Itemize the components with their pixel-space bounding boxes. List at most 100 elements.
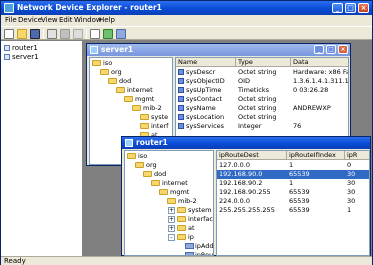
router1-route-grid: ipRouteDest ipRouteIfIndex ipR 127.0.0.0… xyxy=(216,150,370,256)
window-icon xyxy=(125,139,133,147)
folder-icon xyxy=(132,105,141,111)
tree-node[interactable]: mib-2 xyxy=(132,104,162,113)
maximize-button[interactable]: □ xyxy=(326,45,336,54)
app-icon xyxy=(4,3,14,13)
device-item-router1[interactable]: router1 xyxy=(4,44,38,53)
tree-node[interactable]: dod xyxy=(143,170,166,179)
menu-view[interactable]: View xyxy=(41,16,58,24)
table-row[interactable]: 192.168.90.255 65539 30 xyxy=(217,188,369,197)
refresh-icon[interactable] xyxy=(103,29,113,39)
column-header-ipr[interactable]: ipR xyxy=(345,151,369,160)
tree-node[interactable]: internet xyxy=(116,86,153,95)
folder-icon xyxy=(140,123,149,129)
folder-icon xyxy=(177,234,186,240)
server1-titlebar[interactable]: server1 _ □ × xyxy=(87,44,350,56)
table-row[interactable]: sysLocation Octet string xyxy=(176,113,348,122)
table-row[interactable]: 127.0.0.0 1 0 xyxy=(217,161,369,170)
tree-node[interactable]: mib-2 xyxy=(167,197,197,206)
tree-node[interactable]: iso xyxy=(127,152,147,161)
help-icon[interactable] xyxy=(116,29,126,39)
folder-icon xyxy=(177,225,186,231)
maximize-button[interactable]: □ xyxy=(345,3,356,13)
menubar: File Device View Edit Window Help xyxy=(1,15,372,26)
folder-icon xyxy=(177,216,186,222)
close-button[interactable]: × xyxy=(358,3,369,13)
folder-icon xyxy=(159,189,168,195)
table-row[interactable]: sysDescr Octet string Hardware: x86 Fa xyxy=(176,68,348,77)
expand-icon[interactable]: + xyxy=(168,216,175,223)
paste-icon[interactable] xyxy=(60,29,70,39)
delete-icon[interactable] xyxy=(73,29,83,39)
expand-icon[interactable]: + xyxy=(168,207,175,214)
tree-node[interactable]: at xyxy=(177,224,195,233)
tree-node[interactable]: ip xyxy=(177,233,194,242)
open-folder-icon[interactable] xyxy=(17,29,27,39)
table-icon xyxy=(185,243,194,249)
status-text: Ready xyxy=(4,257,26,265)
folder-icon xyxy=(100,69,109,75)
folder-icon xyxy=(140,114,149,120)
new-icon[interactable] xyxy=(4,29,14,39)
minimize-button[interactable]: _ xyxy=(314,45,324,54)
tree-node[interactable]: internet xyxy=(151,179,188,188)
expand-icon[interactable]: + xyxy=(168,225,175,232)
column-header-type[interactable]: Type xyxy=(236,58,291,67)
tree-node[interactable]: interfaces xyxy=(177,215,213,224)
copy-icon[interactable] xyxy=(47,29,57,39)
table-row[interactable]: sysObjectID OID 1.3.6.1.4.1.311.1 xyxy=(176,77,348,86)
table-row[interactable]: 224.0.0.0 65539 30 xyxy=(217,197,369,206)
table-row[interactable]: sysUpTime Timeticks 0 03:26.28 xyxy=(176,86,348,95)
save-icon[interactable] xyxy=(30,29,40,39)
folder-icon xyxy=(151,180,160,186)
folder-icon xyxy=(177,207,186,213)
tree-node[interactable]: iso xyxy=(92,59,112,68)
device-item-server1[interactable]: server1 xyxy=(4,53,39,62)
status-bar: Ready xyxy=(1,256,372,265)
folder-icon xyxy=(135,162,144,168)
router1-mib-tree: iso org dod internet mgmt mib-2 + system… xyxy=(124,150,214,256)
menu-file[interactable]: File xyxy=(5,16,17,24)
folder-icon xyxy=(124,96,133,102)
tree-node[interactable]: mgmt xyxy=(159,188,189,197)
leaf-icon xyxy=(178,123,184,129)
toolbar xyxy=(1,26,372,40)
table-row-selected[interactable]: 192.168.90.0 65539 30 xyxy=(217,170,369,179)
tree-node[interactable]: syste xyxy=(140,113,168,122)
column-header-iprouteifindex[interactable]: ipRouteIfIndex xyxy=(287,151,345,160)
menu-device[interactable]: Device xyxy=(18,16,42,24)
collapse-icon[interactable]: - xyxy=(168,234,175,241)
leaf-icon xyxy=(178,96,184,102)
tree-node[interactable]: org xyxy=(135,161,157,170)
tree-node[interactable]: ipAddrT xyxy=(185,242,213,251)
router1-window: router1 iso org dod internet mgmt mib-2 … xyxy=(121,136,371,256)
device-list: router1 server1 xyxy=(1,41,83,256)
main-window: Network Device Explorer - router1 _ □ × … xyxy=(0,0,373,265)
column-header-name[interactable]: Name xyxy=(176,58,236,67)
table-row[interactable]: sysContact Octet string xyxy=(176,95,348,104)
close-button[interactable]: × xyxy=(338,45,348,54)
table-row[interactable]: sysName Octet string ANDREWXP xyxy=(176,104,348,113)
column-header-data[interactable]: Data xyxy=(291,58,348,67)
mdi-area: server1 _ □ × iso org dod internet mgmt … xyxy=(83,41,372,256)
table-row[interactable]: 255.255.255.255 65539 1 xyxy=(217,206,369,215)
tree-node[interactable]: dod xyxy=(108,77,131,86)
properties-icon[interactable] xyxy=(90,29,100,39)
router1-titlebar[interactable]: router1 xyxy=(122,137,370,149)
table-row[interactable]: sysServices Integer 76 xyxy=(176,122,348,131)
folder-icon xyxy=(127,153,136,159)
column-header-iproutedest[interactable]: ipRouteDest xyxy=(217,151,287,160)
app-titlebar[interactable]: Network Device Explorer - router1 _ □ × xyxy=(1,1,372,15)
folder-icon xyxy=(108,78,117,84)
tree-node[interactable]: mgmt xyxy=(124,95,154,104)
tree-node[interactable]: interf xyxy=(140,122,168,131)
minimize-button[interactable]: _ xyxy=(332,3,343,13)
tree-node[interactable]: system xyxy=(177,206,212,215)
tree-node[interactable]: org xyxy=(100,68,122,77)
menu-edit[interactable]: Edit xyxy=(59,16,73,24)
leaf-icon xyxy=(178,87,184,93)
folder-icon xyxy=(167,198,176,204)
menu-help[interactable]: Help xyxy=(99,16,115,24)
leaf-icon xyxy=(178,78,184,84)
menu-window[interactable]: Window xyxy=(74,16,102,24)
table-row[interactable]: 192.168.90.2 1 30 xyxy=(217,179,369,188)
